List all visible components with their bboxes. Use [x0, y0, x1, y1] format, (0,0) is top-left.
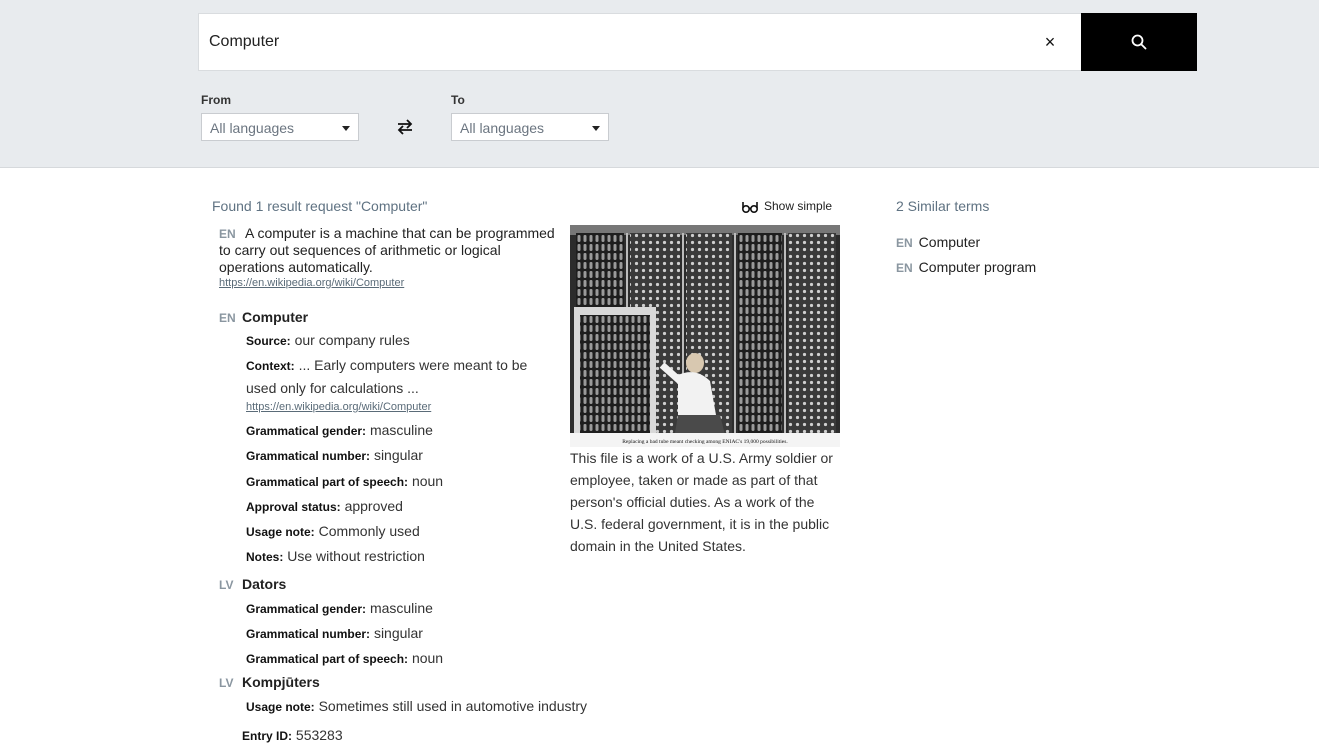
pos-label: Grammatical part of speech:	[246, 475, 409, 489]
term-title: Kompjūters	[242, 674, 320, 690]
source-value: our company rules	[294, 332, 410, 348]
gender-field: Grammatical gender: masculine	[246, 600, 433, 616]
gender-label: Grammatical gender:	[246, 424, 367, 438]
photo-inline-caption: Replacing a bad tube meant checking amon…	[622, 439, 788, 445]
term-lang: LV	[219, 676, 234, 690]
usage-value: Commonly used	[318, 523, 420, 539]
usage-value: Sometimes still used in automotive indus…	[318, 698, 588, 714]
number-value: singular	[373, 447, 423, 463]
result-count: Found 1 result request "Computer"	[212, 198, 428, 214]
notes-field: Notes: Use without restriction	[246, 548, 425, 564]
chevron-down-icon	[592, 126, 600, 131]
search-box	[198, 13, 1082, 71]
context-link[interactable]: https://en.wikipedia.org/wiki/Computer	[246, 401, 431, 413]
similar-terms-title: 2 Similar terms	[896, 198, 990, 214]
pos-label: Grammatical part of speech:	[246, 652, 409, 666]
number-label: Grammatical number:	[246, 627, 371, 641]
term-lang: EN	[219, 311, 236, 325]
usage-field: Usage note: Sometimes still used in auto…	[246, 698, 587, 714]
usage-label: Usage note:	[246, 525, 315, 539]
swap-arrows-icon	[397, 119, 413, 135]
show-simple-label: Show simple	[764, 199, 833, 213]
swap-languages-button[interactable]	[395, 117, 415, 137]
term-title: Dators	[242, 576, 287, 592]
approval-label: Approval status:	[246, 500, 341, 514]
from-language-value: All languages	[210, 120, 295, 136]
clear-search-button[interactable]: ×	[1040, 31, 1060, 53]
chevron-down-icon	[342, 126, 350, 131]
usage-field: Usage note: Commonly used	[246, 523, 420, 539]
term-lang: LV	[219, 578, 234, 592]
notes-label: Notes:	[246, 550, 284, 564]
gender-value: masculine	[369, 600, 433, 616]
search-header: × From All languages To All languages	[0, 0, 1319, 168]
from-language-select[interactable]: All languages	[201, 113, 359, 141]
to-language-value: All languages	[460, 120, 545, 136]
source-field: Source: our company rules	[246, 332, 410, 348]
from-label: From	[201, 93, 231, 107]
eniac-photo: Replacing a bad tube meant checking amon…	[570, 225, 840, 447]
similar-term-lang: EN	[896, 236, 913, 250]
number-value: singular	[373, 625, 423, 641]
similar-term-lang: EN	[896, 261, 913, 275]
close-icon: ×	[1044, 32, 1056, 52]
approval-field: Approval status: approved	[246, 498, 403, 514]
usage-label: Usage note:	[246, 700, 315, 714]
term-image: Replacing a bad tube meant checking amon…	[570, 225, 840, 447]
definition-text: A computer is a machine that can be prog…	[219, 225, 555, 275]
search-icon	[1131, 34, 1147, 50]
source-label: Source:	[246, 334, 291, 348]
similar-term-item[interactable]: EN Computer program	[896, 259, 1036, 275]
pos-value: noun	[411, 650, 444, 666]
entry-id: Entry ID: 553283	[242, 727, 343, 743]
approval-value: approved	[344, 498, 403, 514]
to-label: To	[451, 93, 465, 107]
pos-field: Grammatical part of speech: noun	[246, 473, 443, 489]
pos-field: Grammatical part of speech: noun	[246, 650, 443, 666]
context-field: Context: ... Early computers were meant …	[246, 354, 561, 399]
term-title: Computer	[242, 309, 309, 325]
similar-term-label: Computer	[918, 234, 981, 250]
to-language-select[interactable]: All languages	[451, 113, 609, 141]
image-caption: This file is a work of a U.S. Army soldi…	[570, 450, 833, 554]
definition-link[interactable]: https://en.wikipedia.org/wiki/Computer	[219, 277, 404, 289]
gender-field: Grammatical gender: masculine	[246, 422, 433, 438]
entry-id-value: 553283	[295, 727, 343, 743]
search-input[interactable]	[209, 14, 1009, 70]
gender-value: masculine	[369, 422, 433, 438]
search-button[interactable]	[1081, 13, 1197, 71]
similar-term-item[interactable]: EN Computer	[896, 234, 980, 250]
glasses-icon	[741, 202, 759, 214]
notes-value: Use without restriction	[287, 548, 425, 564]
gender-label: Grammatical gender:	[246, 602, 367, 616]
similar-term-label: Computer program	[918, 259, 1037, 275]
entry-id-label: Entry ID:	[242, 729, 293, 743]
pos-value: noun	[411, 473, 444, 489]
number-field: Grammatical number: singular	[246, 625, 423, 641]
context-label: Context:	[246, 359, 295, 373]
number-label: Grammatical number:	[246, 449, 371, 463]
number-field: Grammatical number: singular	[246, 447, 423, 463]
